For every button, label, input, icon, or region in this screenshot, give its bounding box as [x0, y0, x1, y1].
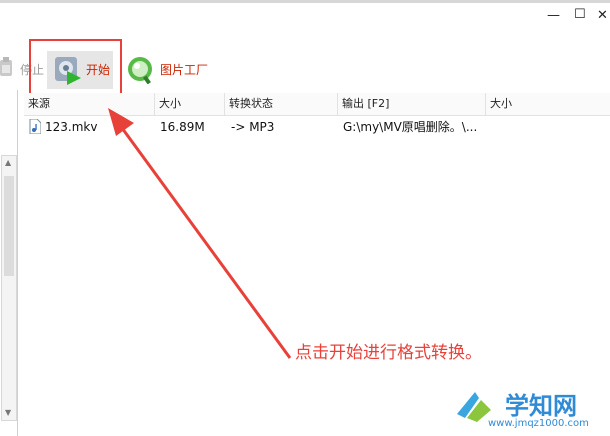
watermark-text: 学知网	[505, 392, 577, 420]
annotation-arrow	[108, 108, 292, 359]
annotation-text: 点击开始进行格式转换。	[295, 343, 482, 363]
watermark-url: www.jmqz1000.com	[488, 418, 589, 429]
